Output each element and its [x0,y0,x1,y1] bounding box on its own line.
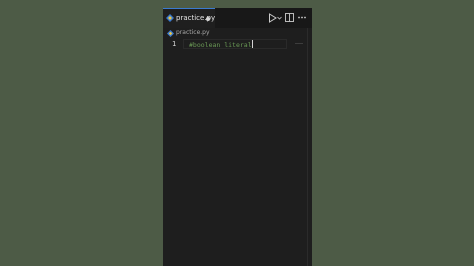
code-text-area[interactable]: #boolean literal [183,39,307,266]
tab-practice-py[interactable]: practice.py [163,8,215,28]
code-line-comment[interactable]: #boolean literal [189,40,253,50]
code-editor-window: practice.py practice.py 1 #boolean liter… [163,8,312,266]
unsaved-dot-icon[interactable] [206,17,210,21]
ellipsis-icon[interactable] [297,13,307,22]
breadcrumb: practice.py [163,28,312,39]
python-icon [167,30,174,37]
python-icon [166,14,174,22]
line-number-gutter: 1 [163,39,183,266]
split-editor-icon[interactable] [285,13,294,22]
vertical-scrollbar[interactable] [307,28,312,266]
minimap-line [295,43,303,44]
breadcrumb-file[interactable]: practice.py [176,29,210,37]
text-cursor [251,40,253,48]
editor-tab-bar: practice.py [163,8,312,28]
comment-text: #boolean literal [189,41,252,49]
chevron-down-icon[interactable] [277,14,282,22]
play-icon[interactable] [268,13,277,23]
line-number: 1 [172,40,177,48]
